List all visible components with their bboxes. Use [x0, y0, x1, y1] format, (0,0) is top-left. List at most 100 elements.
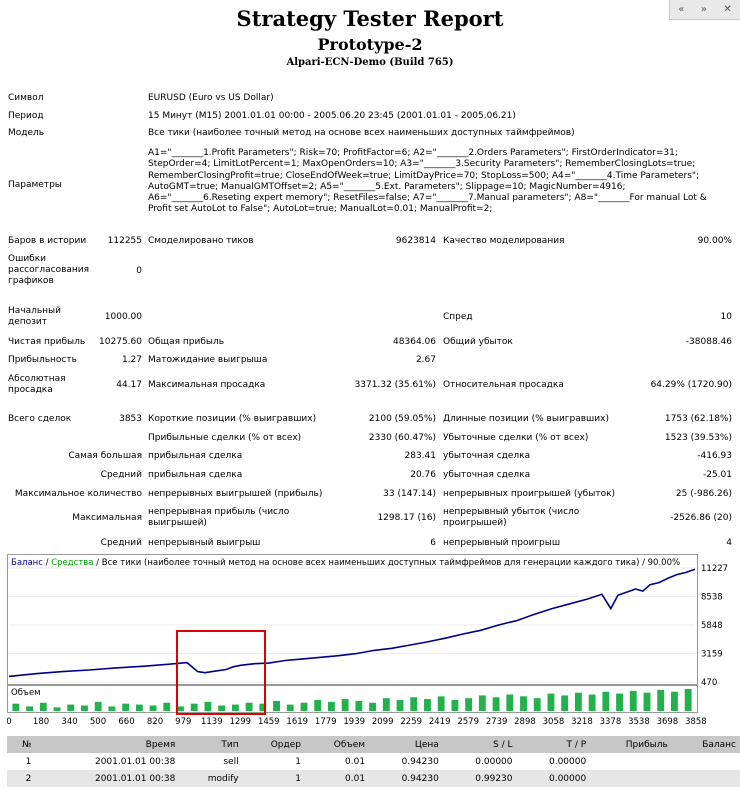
cons-losses-label: непрерывных проигрышей (убыток)	[443, 489, 616, 499]
y-axis-ticks: 11227 8538 5848 3159 470	[701, 564, 728, 688]
volume-bar	[163, 702, 171, 711]
x-tick-label: 820	[147, 717, 163, 727]
legend-sep: /	[43, 558, 51, 568]
x-tick-label: 3218	[571, 717, 593, 727]
volume-bar	[135, 704, 143, 711]
gross-loss-value: -38088.46	[685, 337, 732, 347]
quality-label: Качество моделирования	[443, 236, 565, 246]
maximal-label: Максимальная	[72, 513, 142, 523]
total-trades-value: 3853	[119, 414, 142, 424]
table-cell	[590, 770, 672, 787]
volume-bar	[424, 699, 431, 711]
x-tick-label: 1779	[315, 717, 337, 727]
volume-bar	[670, 691, 678, 711]
table-row[interactable]: 1 2001.01.01 00:38 sell 1 0.01 0.94230 0.00000…	[7, 753, 740, 770]
largest-profit-label: прибыльная сделка	[148, 451, 243, 461]
main-plot-frame	[7, 554, 698, 685]
trades-column-header[interactable]: Ордер	[242, 736, 305, 753]
x-tick-label: 180	[33, 717, 49, 727]
x-tick-label: 3698	[657, 717, 679, 727]
avg-losses-label: непрерывный проигрыш	[443, 538, 561, 548]
model-value: Все тики (наиболее точный метод на основ…	[148, 128, 575, 138]
trades-column-header[interactable]: T / P	[516, 736, 591, 753]
x-tick-label: 1619	[286, 717, 308, 727]
x-tick-label: 3058	[543, 717, 565, 727]
expected-payoff-value: 2.67	[415, 355, 436, 365]
y-tick-label: 8538	[701, 592, 723, 602]
max-count-label: Максимальное количество	[14, 489, 142, 499]
volume-bar	[533, 698, 541, 711]
x-tick-label: 2099	[372, 717, 394, 727]
trades-column-header[interactable]: Прибыль	[590, 736, 672, 753]
average2-label: Средний	[100, 538, 142, 548]
volume-bar	[190, 703, 198, 711]
volume-bar	[410, 697, 418, 711]
trades-column-header[interactable]: Баланс	[671, 736, 740, 753]
y-tick-label: 11227	[701, 564, 728, 574]
table-cell: 1	[242, 753, 305, 770]
largest-label: Самая большая	[68, 451, 142, 461]
symbol-value: EURUSD (Euro vs US Dollar)	[148, 93, 274, 103]
total-trades-label: Всего сделок	[8, 414, 72, 424]
x-tick-label: 2259	[400, 717, 422, 727]
table-cell: 0.99230	[442, 770, 517, 787]
trades-table: № Время Тип Ордер Объем Цена S / LT / P Прибыль…	[7, 736, 740, 787]
cons-loss-label: непрерывный убыток (число проигрышей)	[443, 507, 580, 528]
volume-bar	[684, 689, 692, 711]
trades-column-header[interactable]: Тип	[179, 736, 243, 753]
table-cell: 2001.01.01 00:38	[35, 753, 180, 770]
abs-drawdown-label: Абсолютная просадка	[8, 374, 66, 395]
trades-column-header[interactable]: №	[7, 736, 36, 753]
quality-value: 90.00%	[697, 236, 732, 246]
loss-trades-label: Убыточные сделки (% от всех)	[443, 433, 589, 443]
trades-column-header[interactable]: Время	[35, 736, 180, 753]
table-cell: 0.00000	[516, 770, 591, 787]
mismatch-label: Ошибки рассогласования графиков	[8, 254, 90, 286]
volume-bar	[81, 705, 88, 711]
abs-drawdown-value: 44.17	[116, 380, 142, 390]
average-profit-label: прибыльная сделка	[148, 470, 243, 480]
volume-bar	[26, 706, 34, 711]
profit-trades-value: 2330 (60.47%)	[368, 433, 436, 443]
ticks-value: 9623814	[395, 236, 436, 246]
x-tick-label: 660	[118, 717, 134, 727]
volume-bar	[12, 703, 20, 711]
x-tick-label: 500	[90, 717, 106, 727]
spread-value: 10	[720, 312, 732, 322]
x-axis-ticks: 0 180 340 500 660 820 979 1139 1299 1459 1619 1779 1…	[7, 717, 707, 727]
volume-bar	[629, 690, 637, 711]
table-cell: modify	[179, 770, 243, 787]
volume-bar	[478, 695, 486, 711]
x-tick-label: 3378	[600, 717, 622, 727]
volume-bar	[465, 698, 473, 711]
trades-header-row: № Время Тип Ордер Объем Цена S / LT / P Прибыль…	[7, 736, 740, 753]
table-cell: 0.94230	[369, 753, 443, 770]
trades-column-header[interactable]: Цена	[369, 736, 443, 753]
x-tick-label: 3858	[685, 717, 707, 727]
report-title: Strategy Tester Report	[236, 6, 504, 31]
volume-bar	[643, 692, 651, 711]
trades-column-header[interactable]: Объем	[304, 736, 370, 753]
volume-bar	[286, 704, 294, 711]
volume-bar	[177, 706, 184, 711]
long-pos-value: 1753 (62.18%)	[664, 414, 732, 424]
volume-bar	[382, 698, 390, 711]
x-tick-label: 1139	[201, 717, 223, 727]
net-profit-value: 10275.60	[99, 337, 142, 347]
table-cell: 0.94230	[369, 770, 443, 787]
rel-drawdown-value: 64.29% (1720.90)	[650, 380, 732, 390]
volume-bar	[506, 694, 514, 711]
symbol-label: Символ	[8, 93, 44, 103]
avg-wins-value: 6	[430, 538, 436, 548]
x-tick-label: 1459	[258, 717, 280, 727]
volume-bar	[218, 705, 226, 711]
volume-bar	[451, 700, 459, 711]
model-label: Модель	[8, 128, 45, 138]
table-row[interactable]: 2 2001.01.01 00:38 modify 1 0.01 0.94230 0.992…	[7, 770, 740, 787]
volume-bar	[396, 700, 404, 711]
x-tick-label: 2898	[514, 717, 536, 727]
average-profit-value: 20.76	[410, 470, 436, 480]
gross-profit-value: 48364.06	[393, 337, 436, 347]
volume-bar	[327, 701, 335, 711]
trades-column-header[interactable]: S / L	[442, 736, 517, 753]
